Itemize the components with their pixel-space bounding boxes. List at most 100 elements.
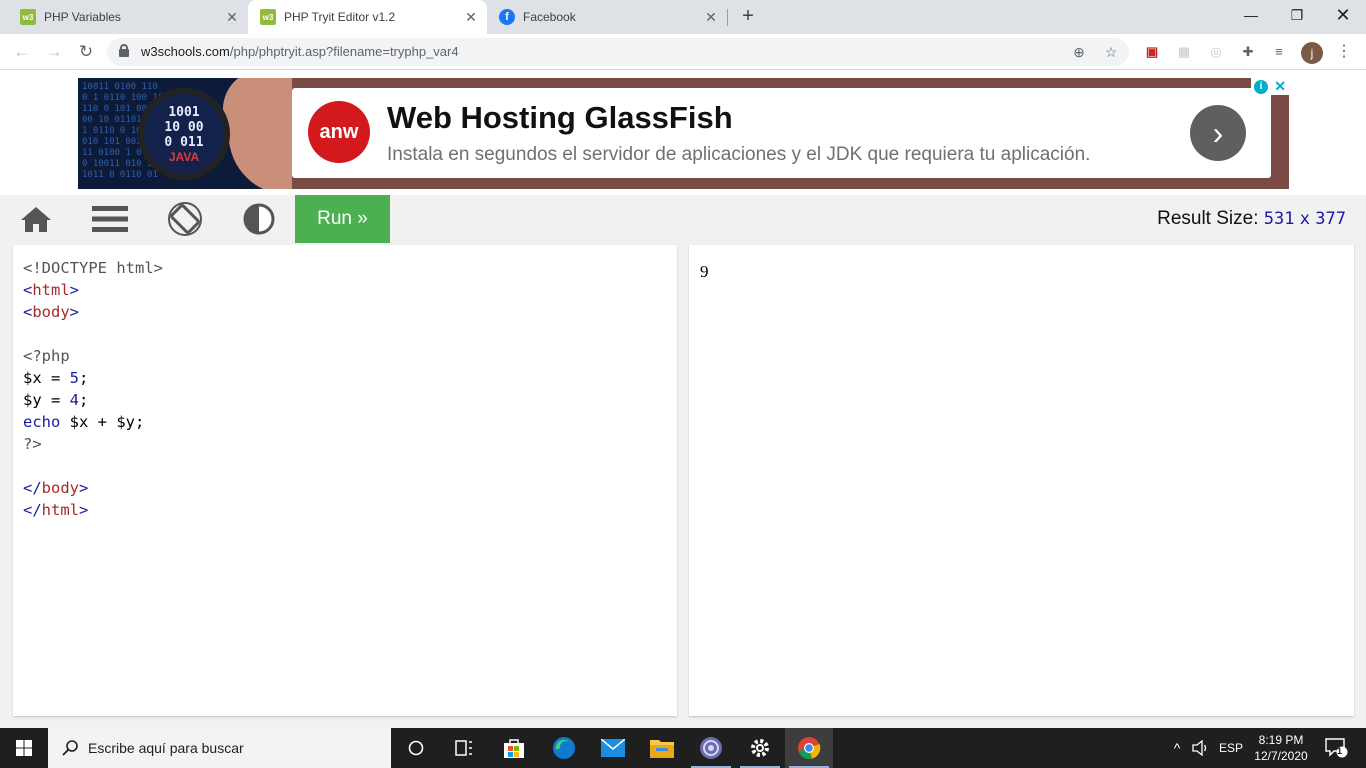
- hamburger-menu-icon: [92, 206, 128, 232]
- code-editor[interactable]: <!DOCTYPE html><html><body>​<?php$x = 5;…: [13, 245, 677, 716]
- minimize-button[interactable]: —: [1228, 0, 1274, 32]
- browser-tab-strip: w3 PHP Variables ✕ w3 PHP Tryit Editor v…: [0, 0, 1366, 34]
- store-bag-icon: [504, 739, 524, 758]
- microsoft-store-button[interactable]: [490, 728, 538, 768]
- back-button[interactable]: ←: [10, 40, 34, 64]
- gear-icon: [751, 739, 769, 757]
- code-text[interactable]: <!DOCTYPE html><html><body>​<?php$x = 5;…: [23, 257, 163, 521]
- facebook-favicon-icon: f: [499, 9, 515, 25]
- windows-taskbar: Escribe aquí para buscar ^ ESP 8:19 PM 1…: [0, 728, 1366, 768]
- ad-arrow-button[interactable]: ›: [1190, 105, 1246, 161]
- zoom-icon[interactable]: ⊕: [1069, 42, 1089, 62]
- result-width: 531: [1263, 209, 1295, 229]
- w3schools-favicon-icon: w3: [260, 9, 276, 25]
- restore-button[interactable]: ❐: [1274, 0, 1320, 32]
- code-line[interactable]: </html>: [23, 499, 163, 521]
- code-line[interactable]: $x = 5;: [23, 367, 163, 389]
- extension-circle-icon[interactable]: ◎: [1206, 42, 1226, 62]
- volume-button[interactable]: [1190, 728, 1212, 768]
- tab-close-icon[interactable]: ✕: [463, 9, 479, 26]
- code-line[interactable]: <html>: [23, 279, 163, 301]
- browser-menu-icon[interactable]: ⋮: [1334, 42, 1354, 62]
- contrast-icon: [243, 203, 275, 235]
- reload-button[interactable]: ↻: [74, 40, 98, 64]
- tab-title: PHP Tryit Editor v1.2: [284, 10, 396, 24]
- tab-php-tryit-editor[interactable]: w3 PHP Tryit Editor v1.2 ✕: [248, 0, 487, 34]
- forward-button[interactable]: →: [42, 40, 66, 64]
- w3schools-favicon-icon: w3: [20, 9, 36, 25]
- edge-icon: [553, 737, 575, 759]
- rotate-device-icon: [168, 202, 202, 236]
- ad-card[interactable]: anw Web Hosting GlassFish Instala en seg…: [292, 88, 1271, 178]
- action-center-button[interactable]: 1: [1316, 728, 1356, 768]
- show-hidden-icons-button[interactable]: ^: [1166, 728, 1188, 768]
- search-icon: [62, 740, 78, 756]
- ad-java-label: JAVA: [168, 149, 200, 164]
- ad-java-image: 10011 0100 110 0 1 0110 100 10 110 0 101…: [78, 78, 292, 189]
- run-button[interactable]: Run »: [295, 195, 390, 243]
- chrome-icon: [798, 737, 821, 759]
- rotate-orientation-button[interactable]: [155, 195, 215, 243]
- folder-icon: [650, 740, 674, 758]
- tab-close-icon[interactable]: ✕: [224, 9, 240, 26]
- lock-icon[interactable]: [119, 44, 129, 57]
- code-line[interactable]: <!DOCTYPE html>: [23, 257, 163, 279]
- mail-button[interactable]: [589, 728, 637, 768]
- edge-button[interactable]: [540, 728, 588, 768]
- ad-choices[interactable]: i ✕: [1251, 78, 1289, 95]
- new-tab-button[interactable]: +: [737, 5, 759, 27]
- result-output: 9: [700, 262, 709, 281]
- media-queue-icon[interactable]: ≡: [1269, 42, 1289, 62]
- file-explorer-button[interactable]: [638, 728, 686, 768]
- result-height: 377: [1315, 209, 1346, 229]
- code-line[interactable]: ​: [23, 323, 163, 345]
- ad-subtitle: Instala en segundos el servidor de aplic…: [387, 144, 1091, 165]
- ad-title[interactable]: Web Hosting GlassFish: [387, 100, 733, 136]
- tryit-panels: <!DOCTYPE html><html><body>​<?php$x = 5;…: [0, 243, 1366, 728]
- menu-button[interactable]: [80, 195, 140, 243]
- ad-close-icon[interactable]: ✕: [1274, 78, 1286, 95]
- extension-grid-icon[interactable]: ▦: [1174, 42, 1194, 62]
- notification-icon: [1325, 738, 1348, 758]
- tab-close-icon[interactable]: ✕: [703, 9, 719, 26]
- start-button[interactable]: [0, 728, 48, 768]
- extensions-puzzle-icon[interactable]: ✚: [1238, 42, 1258, 62]
- result-frame[interactable]: 9: [689, 245, 1354, 716]
- ad-info-icon[interactable]: i: [1254, 79, 1269, 94]
- result-size-label: Result Size:: [1157, 208, 1259, 229]
- profile-avatar[interactable]: j: [1301, 42, 1323, 64]
- close-window-button[interactable]: ✕: [1320, 0, 1366, 32]
- address-bar[interactable]: w3schools.com/php/phptryit.asp?filename=…: [107, 38, 1129, 66]
- advertisement-banner[interactable]: 10011 0100 110 0 1 0110 100 10 110 0 101…: [78, 78, 1289, 189]
- task-view-button[interactable]: [440, 728, 488, 768]
- code-line[interactable]: <?php: [23, 345, 163, 367]
- result-x: x: [1299, 209, 1310, 229]
- theme-toggle-button[interactable]: [229, 195, 289, 243]
- code-line[interactable]: <body>: [23, 301, 163, 323]
- url-text[interactable]: w3schools.com/php/phptryit.asp?filename=…: [141, 44, 459, 59]
- code-line[interactable]: $y = 4;: [23, 389, 163, 411]
- home-button[interactable]: [6, 195, 66, 243]
- chrome-button[interactable]: [785, 728, 833, 768]
- media-app-icon: [700, 737, 722, 759]
- taskbar-search[interactable]: Escribe aquí para buscar: [48, 728, 391, 768]
- code-line[interactable]: </body>: [23, 477, 163, 499]
- windows-logo-icon: [16, 740, 32, 756]
- extension-shield-icon[interactable]: ▣: [1142, 42, 1162, 62]
- taskbar-clock[interactable]: 8:19 PM 12/7/2020: [1250, 732, 1312, 764]
- cortana-circle-icon: [408, 740, 424, 756]
- code-line[interactable]: echo $x + $y;: [23, 411, 163, 433]
- tab-php-variables[interactable]: w3 PHP Variables ✕: [0, 0, 248, 34]
- tab-separator: [727, 9, 728, 26]
- language-indicator[interactable]: ESP: [1214, 728, 1248, 768]
- code-line[interactable]: ?>: [23, 433, 163, 455]
- cortana-button[interactable]: [392, 728, 440, 768]
- chevron-up-icon: ^: [1173, 740, 1181, 756]
- clock-time: 8:19 PM: [1258, 733, 1304, 747]
- settings-button[interactable]: [736, 728, 784, 768]
- clock-date: 12/7/2020: [1254, 749, 1308, 763]
- code-line[interactable]: ​: [23, 455, 163, 477]
- tab-facebook[interactable]: f Facebook ✕: [487, 0, 727, 34]
- media-app-button[interactable]: [687, 728, 735, 768]
- bookmark-star-icon[interactable]: ☆: [1101, 42, 1121, 62]
